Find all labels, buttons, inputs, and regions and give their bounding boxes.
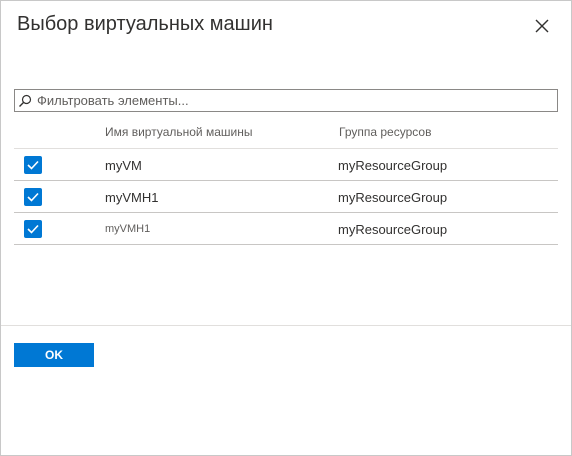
- table-row[interactable]: myVMH1 myResourceGroup: [14, 213, 558, 245]
- select-vms-dialog: Выбор виртуальных машин Имя виртуальной …: [0, 0, 572, 456]
- resource-group-cell: myResourceGroup: [338, 190, 448, 205]
- checkmark-icon: [27, 224, 39, 234]
- row-checkbox[interactable]: [24, 188, 42, 206]
- table-header: Имя виртуальной машины Группа ресурсов: [14, 117, 558, 149]
- checkmark-icon: [27, 160, 39, 170]
- filter-box: [14, 89, 558, 112]
- column-header-resource-group[interactable]: Группа ресурсов: [339, 125, 431, 139]
- resource-group-cell: myResourceGroup: [338, 158, 448, 173]
- checkmark-icon: [27, 192, 39, 202]
- vm-table: Имя виртуальной машины Группа ресурсов m…: [14, 117, 558, 245]
- row-checkbox[interactable]: [24, 156, 42, 174]
- footer-divider: [1, 325, 571, 326]
- ok-button[interactable]: OK: [14, 343, 94, 367]
- column-header-vm-name[interactable]: Имя виртуальной машины: [105, 125, 252, 139]
- close-icon: [535, 19, 549, 33]
- search-icon: [15, 90, 35, 111]
- resource-group-cell: myResourceGroup: [338, 222, 448, 237]
- vm-name-cell: myVM: [105, 158, 142, 173]
- vm-name-cell: myVMH1: [105, 190, 159, 205]
- filter-input[interactable]: [35, 90, 557, 111]
- table-row[interactable]: myVM myResourceGroup: [14, 149, 558, 181]
- row-checkbox[interactable]: [24, 220, 42, 238]
- dialog-title: Выбор виртуальных машин: [17, 13, 273, 35]
- table-row[interactable]: myVMH1 myResourceGroup: [14, 181, 558, 213]
- close-button[interactable]: [533, 17, 551, 35]
- vm-name-cell: myVMH1: [105, 223, 151, 235]
